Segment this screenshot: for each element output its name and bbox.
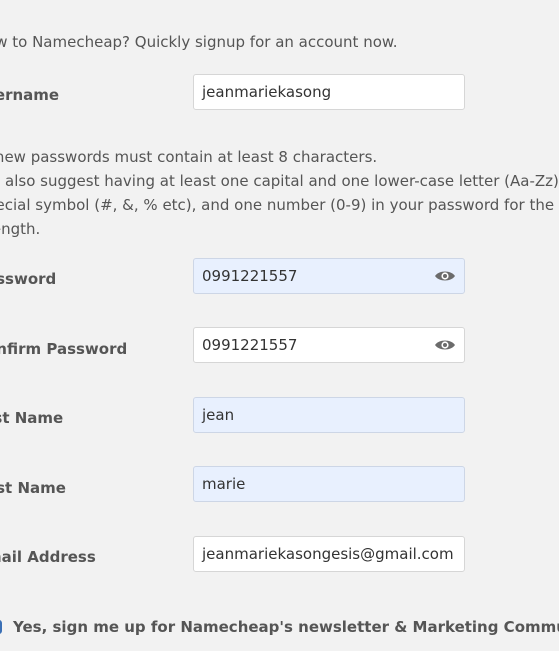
last-name-value: marie — [202, 475, 246, 493]
password-label: assword — [0, 270, 57, 288]
eye-icon[interactable] — [434, 269, 456, 283]
last-name-label: ast Name — [0, 479, 66, 497]
password-value: 0991221557 — [202, 267, 298, 285]
first-name-input[interactable]: jean — [193, 397, 465, 433]
confirm-password-input[interactable]: 0991221557 — [193, 327, 465, 363]
email-value: jeanmariekasongesis@gmail.com — [202, 545, 454, 563]
newsletter-checkbox[interactable] — [0, 620, 2, 634]
password-hint-line: pecial symbol (#, &, % etc), and one num… — [0, 196, 559, 214]
first-name-value: jean — [202, 406, 235, 424]
password-hint-line: rength. — [0, 220, 41, 238]
confirm-password-label: onfirm Password — [0, 340, 128, 358]
signup-form: ew to Namecheap? Quickly signup for an a… — [0, 0, 559, 651]
eye-icon[interactable] — [434, 338, 456, 352]
email-input[interactable]: jeanmariekasongesis@gmail.com — [193, 536, 465, 572]
first-name-label: rst Name — [0, 409, 64, 427]
username-input[interactable]: jeanmariekasong — [193, 74, 465, 110]
password-hint: l new passwords must contain at least 8 … — [0, 145, 559, 241]
password-input[interactable]: 0991221557 — [193, 258, 465, 294]
last-name-input[interactable]: marie — [193, 466, 465, 502]
confirm-password-value: 0991221557 — [202, 336, 298, 354]
password-hint-line: l new passwords must contain at least 8 … — [0, 148, 378, 166]
password-hint-line: /e also suggest having at least one capi… — [0, 172, 559, 190]
email-label: mail Address — [0, 548, 96, 566]
newsletter-label[interactable]: Yes, sign me up for Namecheap's newslett… — [13, 618, 559, 636]
username-label: sername — [0, 86, 60, 104]
username-value: jeanmariekasong — [202, 83, 332, 101]
intro-text: ew to Namecheap? Quickly signup for an a… — [0, 33, 398, 51]
